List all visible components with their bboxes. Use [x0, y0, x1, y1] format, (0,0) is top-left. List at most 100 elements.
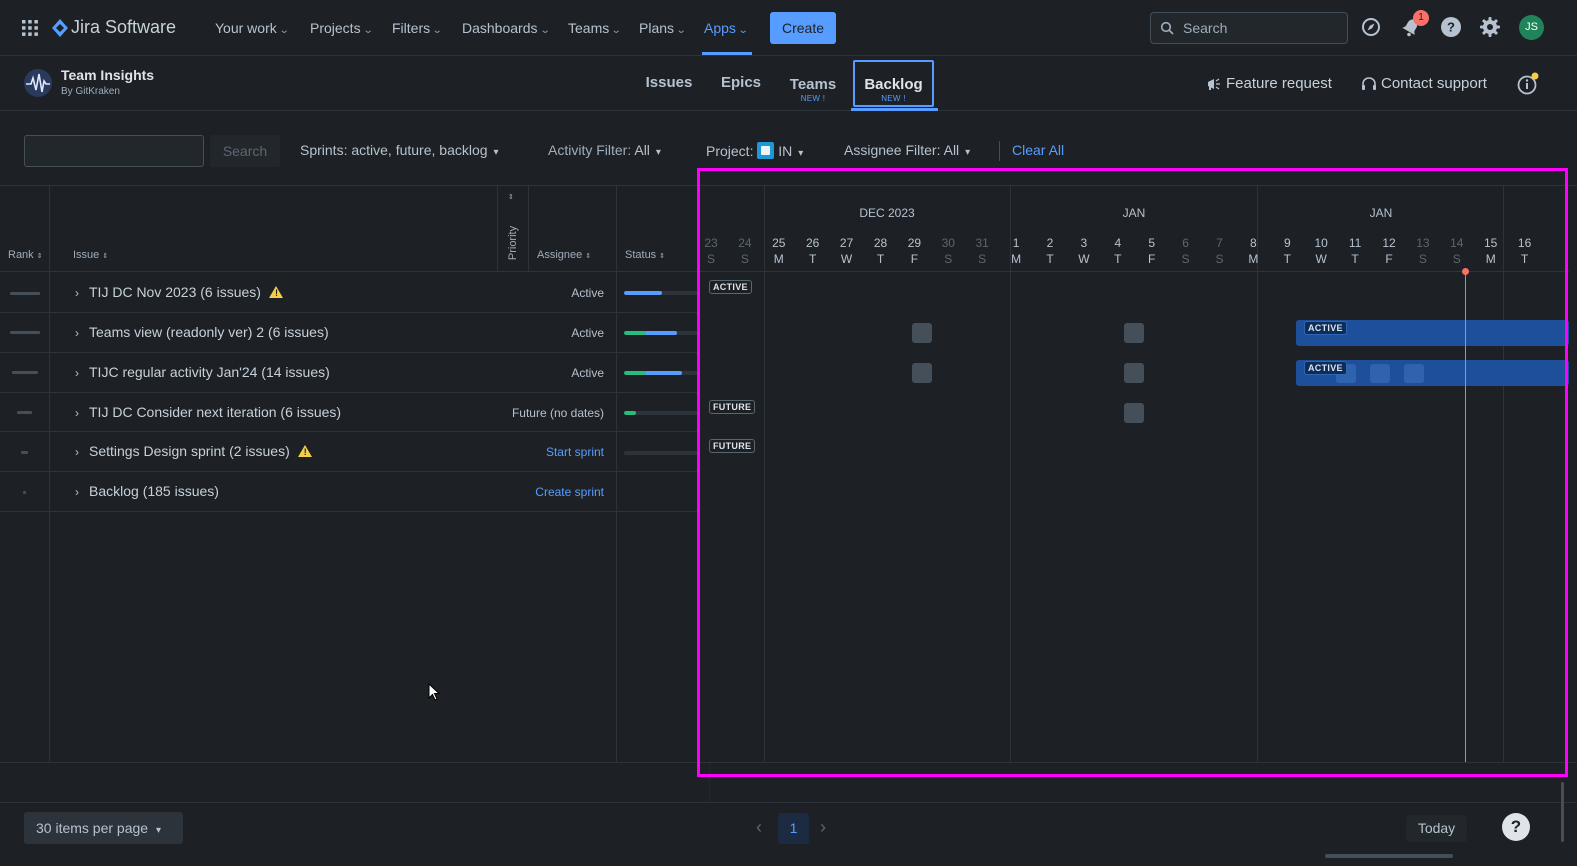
day-label: 10 W [1306, 235, 1336, 267]
header-divider [0, 271, 709, 272]
nav-projects[interactable]: Projects ⌄ [310, 0, 373, 56]
tab-teams[interactable]: Teams NEW ! [784, 57, 842, 111]
month-label: JAN [1369, 206, 1393, 220]
jira-logo-icon[interactable] [51, 18, 69, 38]
sprint-bar[interactable]: ACTIVE [1296, 320, 1569, 346]
horizontal-scrollbar[interactable] [1325, 854, 1453, 858]
day-label: 30 S [933, 235, 963, 267]
chevron-down-icon: ⌄ [539, 25, 551, 36]
clear-all-link[interactable]: Clear All [1012, 142, 1064, 158]
nav-apps[interactable]: Apps ⌄ [704, 0, 749, 56]
day-label: 5F [1137, 235, 1167, 267]
weekday-letter: T [1114, 252, 1122, 266]
rank-indicator [12, 371, 38, 374]
sprints-filter-dropdown[interactable]: Sprints: active, future, backlog ▾ [300, 142, 499, 158]
chevron-right-icon[interactable]: › [75, 286, 89, 300]
day-label: 9T [1272, 235, 1302, 267]
plugin-vendor: By GitKraken [61, 86, 120, 97]
assignee-column-header[interactable]: Assignee ⇕ [537, 249, 591, 261]
sprint-row[interactable]: › Backlog (185 issues) [75, 483, 219, 499]
chevron-right-icon[interactable]: › [75, 326, 89, 340]
issue-marker[interactable] [1124, 323, 1144, 343]
issue-marker[interactable] [1370, 364, 1390, 383]
next-page-icon[interactable]: › [820, 817, 826, 838]
sprint-title: TIJ DC Nov 2023 (6 issues) [89, 284, 261, 300]
info-icon[interactable] [1516, 72, 1540, 96]
svg-text:?: ? [1447, 20, 1455, 35]
day-number: 1 [1012, 236, 1020, 250]
vertical-scrollbar[interactable] [1561, 782, 1564, 842]
issue-search-input[interactable] [24, 135, 204, 167]
team-insights-logo-icon[interactable] [23, 68, 53, 98]
global-search-input[interactable]: Search [1150, 12, 1348, 44]
chevron-right-icon[interactable]: › [75, 445, 89, 459]
chevron-down-icon: ▾ [965, 147, 971, 158]
settings-gear-icon[interactable] [1479, 16, 1503, 40]
sort-icon[interactable]: ⇕ [508, 193, 514, 201]
nav-plans[interactable]: Plans ⌄ [639, 0, 687, 56]
rank-column-header[interactable]: Rank ⇕ [8, 249, 43, 261]
items-per-page-dropdown[interactable]: 30 items per page ▾ [24, 812, 183, 844]
contact-support-link[interactable]: Contact support [1381, 75, 1487, 92]
sprint-row[interactable]: › Teams view (readonly ver) 2 (6 issues) [75, 324, 329, 340]
sprint-row[interactable]: › Settings Design sprint (2 issues)! [75, 443, 312, 459]
search-icon [1160, 21, 1174, 35]
tab-epics[interactable]: Epics [715, 57, 767, 111]
help-button[interactable]: ? [1502, 813, 1530, 841]
header-label: Assignee [537, 249, 583, 261]
progress-bar [624, 371, 698, 375]
create-sprint-link[interactable]: Create sprint [510, 485, 604, 499]
nav-filters[interactable]: Filters ⌄ [392, 0, 443, 56]
tab-issues[interactable]: Issues [640, 57, 698, 111]
progress-bar [624, 291, 698, 295]
search-button[interactable]: Search [210, 135, 280, 167]
issue-marker[interactable] [1124, 363, 1144, 383]
chevron-right-icon[interactable]: › [75, 485, 89, 499]
help-icon[interactable]: ? [1440, 16, 1464, 40]
row-divider [0, 312, 709, 313]
issue-marker[interactable] [1124, 403, 1144, 423]
assignee-filter-dropdown[interactable]: Assignee Filter: All ▾ [844, 142, 970, 158]
feature-request-link[interactable]: Feature request [1226, 75, 1332, 92]
previous-page-icon[interactable]: ‹ [756, 817, 762, 838]
weekday-letter: W [1315, 252, 1327, 266]
filter-value: All [634, 142, 650, 158]
project-filter-dropdown[interactable]: Project: IN ▾ [706, 142, 803, 159]
sprint-bar[interactable]: ACTIVE [1296, 360, 1569, 386]
day-number: 25 [772, 236, 786, 250]
divider [999, 141, 1000, 161]
priority-column-header[interactable]: Priority [507, 220, 519, 266]
activity-filter-dropdown[interactable]: Activity Filter: All ▾ [548, 142, 661, 158]
sort-icon: ⇕ [659, 253, 666, 260]
user-avatar[interactable]: JS [1519, 15, 1544, 40]
chevron-right-icon[interactable]: › [75, 406, 89, 420]
nav-teams[interactable]: Teams ⌄ [568, 0, 622, 56]
weekday-letter: S [1452, 252, 1461, 266]
warning-icon: ! [268, 286, 283, 298]
chevron-down-icon: ⌄ [737, 25, 749, 36]
app-switcher-icon[interactable] [21, 19, 39, 37]
sprint-row[interactable]: › TIJ DC Nov 2023 (6 issues)! [75, 284, 283, 300]
weekday-letter: S [978, 252, 987, 266]
today-button[interactable]: Today [1406, 815, 1467, 842]
chevron-right-icon[interactable]: › [75, 366, 89, 380]
issue-column-header[interactable]: Issue ⇕ [73, 249, 108, 261]
sprint-row[interactable]: › TIJ DC Consider next iteration (6 issue… [75, 404, 341, 420]
issue-marker[interactable] [1404, 364, 1424, 383]
today-line [1465, 272, 1466, 762]
product-name[interactable]: Jira Software [71, 17, 176, 38]
issue-marker[interactable] [912, 363, 932, 383]
start-sprint-link[interactable]: Start sprint [510, 445, 604, 459]
status-column-header[interactable]: Status ⇕ [625, 249, 665, 261]
page-number-button[interactable]: 1 [778, 813, 809, 844]
issue-marker[interactable] [912, 323, 932, 343]
timeline-header-divider [699, 271, 1569, 272]
create-button[interactable]: Create [770, 12, 836, 44]
new-badge: NEW ! [800, 94, 826, 103]
sprint-row[interactable]: › TIJC regular activity Jan'24 (14 issues… [75, 364, 330, 380]
filter-value: IN [778, 143, 793, 159]
nav-your-work[interactable]: Your work ⌄ [215, 0, 289, 56]
nav-dashboards[interactable]: Dashboards ⌄ [462, 0, 551, 56]
sprint-timeline[interactable]: DEC 2023 JAN JAN 23 S 24 S 25 M 26 T 27 W 28 T 29 F 30… [699, 186, 1569, 762]
compass-icon[interactable] [1360, 16, 1384, 40]
